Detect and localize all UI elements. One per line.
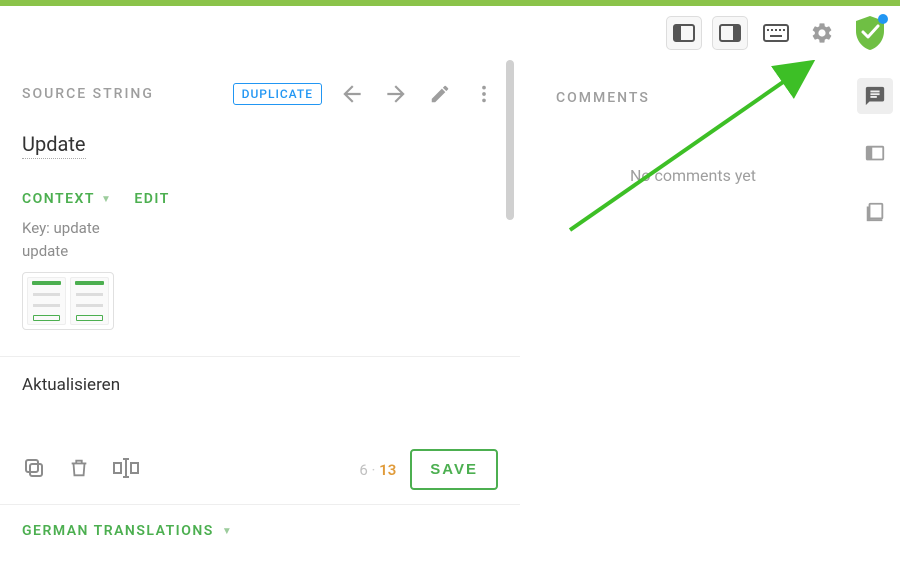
char-counter: 6 · 13	[359, 461, 396, 479]
edit-context-button[interactable]: EDIT	[134, 191, 169, 207]
layout-right-panel-button[interactable]	[712, 16, 748, 50]
chevron-down-icon: ▼	[222, 526, 233, 537]
top-toolbar	[0, 6, 900, 60]
duplicate-pill[interactable]: DUPLICATE	[233, 83, 322, 105]
glossary-tab-icon[interactable]	[857, 136, 893, 172]
key-label: Key: update	[22, 217, 498, 240]
insert-placeholder-icon[interactable]	[112, 457, 140, 483]
copy-source-icon[interactable]	[22, 456, 46, 484]
save-button[interactable]: SAVE	[410, 449, 498, 490]
context-toggle[interactable]: CONTEXT ▼	[22, 191, 112, 207]
prev-arrow-icon[interactable]	[338, 80, 366, 108]
source-string-label: SOURCE STRING	[22, 86, 154, 102]
scrollbar-thumb[interactable]	[506, 60, 514, 220]
notification-dot	[878, 14, 888, 24]
context-label: CONTEXT	[22, 191, 95, 207]
right-rail	[850, 60, 900, 569]
more-vert-icon[interactable]	[470, 80, 498, 108]
translations-label: GERMAN TRANSLATIONS	[22, 523, 214, 539]
section-divider	[0, 356, 520, 357]
gear-icon[interactable]	[804, 16, 840, 50]
trash-icon[interactable]	[68, 456, 90, 484]
keyboard-icon[interactable]	[758, 16, 794, 50]
screenshot-thumbnail[interactable]	[22, 272, 114, 330]
chevron-down-icon: ▼	[101, 194, 112, 205]
section-divider-2	[0, 504, 520, 505]
no-comments-text: No comments yet	[556, 166, 830, 185]
comments-pane: COMMENTS No comments yet	[520, 60, 850, 569]
source-string-value: Update	[22, 132, 86, 159]
comments-tab-icon[interactable]	[857, 78, 893, 114]
translations-toggle[interactable]: GERMAN TRANSLATIONS ▼	[22, 523, 498, 539]
layout-left-panel-button[interactable]	[666, 16, 702, 50]
translation-input[interactable]: Aktualisieren	[22, 375, 498, 445]
key-value: update	[22, 240, 498, 263]
tm-tab-icon[interactable]	[857, 194, 893, 230]
edit-pencil-icon[interactable]	[426, 80, 454, 108]
editor-pane: SOURCE STRING DUPLICATE Update	[0, 60, 520, 569]
shield-badge[interactable]	[850, 13, 890, 53]
next-arrow-icon[interactable]	[382, 80, 410, 108]
comments-header: COMMENTS	[556, 90, 830, 106]
